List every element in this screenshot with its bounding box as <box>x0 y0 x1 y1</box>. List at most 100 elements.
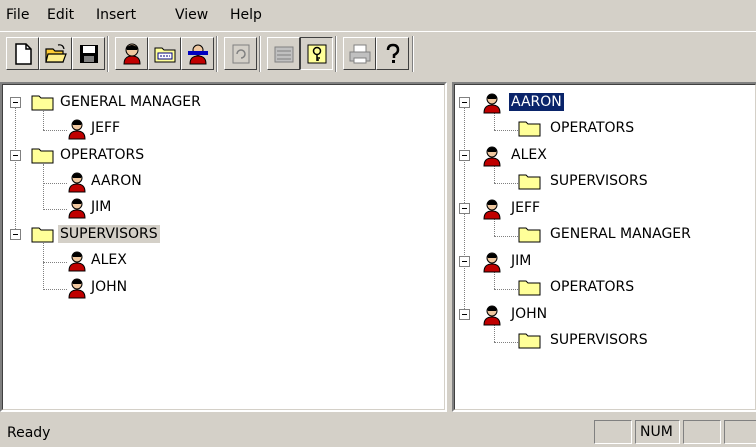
menu-help[interactable]: Help <box>230 7 262 23</box>
tree-node-user[interactable]: JEFF <box>459 196 619 222</box>
folder-icon <box>518 171 542 195</box>
add-user-button[interactable] <box>115 37 148 70</box>
user-icon <box>482 92 502 118</box>
status-cell-caps <box>594 420 632 444</box>
user-label[interactable]: JOHN <box>509 305 549 323</box>
resize-grip[interactable] <box>724 420 756 444</box>
tree-node-group[interactable]: GENERAL MANAGER <box>518 222 748 248</box>
user-icon <box>67 250 87 276</box>
user-icon <box>482 145 502 171</box>
group-label[interactable]: OPERATORS <box>548 119 636 137</box>
group-label[interactable]: GENERAL MANAGER <box>548 225 693 243</box>
tree-node-user[interactable]: ALEX <box>459 143 619 169</box>
status-cell-scroll <box>683 420 721 444</box>
menu-file[interactable]: File <box>6 7 29 23</box>
group-label[interactable]: OPERATORS <box>58 146 146 164</box>
user-label[interactable]: JIM <box>89 198 113 216</box>
keys-button[interactable] <box>300 37 333 70</box>
toolbar-separator <box>216 36 218 72</box>
toolbar-separator <box>259 36 261 72</box>
menu-insert[interactable]: Insert <box>96 7 136 23</box>
collapse-toggle[interactable] <box>459 256 470 267</box>
menu-view[interactable]: View <box>175 7 208 23</box>
folder-icon <box>518 118 542 142</box>
tree-node-user[interactable]: JIM <box>459 249 619 275</box>
user-icon <box>482 198 502 224</box>
tree-node-user[interactable]: JOHN <box>67 275 187 301</box>
folder-icon <box>518 224 542 248</box>
toolbar-separator <box>335 36 337 72</box>
group-label[interactable]: SUPERVISORS <box>58 225 160 243</box>
refresh-button[interactable] <box>224 37 257 70</box>
printer-icon <box>349 44 371 64</box>
group-label[interactable]: SUPERVISORS <box>548 331 650 349</box>
groups-tree-pane[interactable]: GENERAL MANAGER JEFF OPERATORS AARON JIM… <box>0 82 447 412</box>
collapse-toggle[interactable] <box>459 203 470 214</box>
user-label[interactable]: ALEX <box>509 146 549 164</box>
open-folder-button[interactable] <box>39 37 72 70</box>
tree-node-user[interactable]: AARON <box>459 90 619 116</box>
folder-icon <box>518 330 542 354</box>
delete-user-button[interactable] <box>181 37 214 70</box>
delete-user-icon <box>188 44 208 65</box>
menu-bar: File Edit Insert View Help <box>0 0 756 30</box>
tree-node-group[interactable]: SUPERVISORS <box>10 222 230 248</box>
tree-node-group[interactable]: OPERATORS <box>518 116 718 142</box>
collapse-toggle[interactable] <box>459 97 470 108</box>
status-bar: Ready NUM <box>0 412 756 447</box>
toolbar-separator <box>412 36 414 72</box>
toolbar <box>0 31 756 78</box>
tree-node-group[interactable]: SUPERVISORS <box>518 169 718 195</box>
group-label[interactable]: GENERAL MANAGER <box>58 93 203 111</box>
tree-node-group[interactable]: OPERATORS <box>10 143 210 169</box>
help-button[interactable] <box>376 37 409 70</box>
group-properties-icon <box>274 46 294 63</box>
tree-node-user[interactable]: JIM <box>67 195 187 221</box>
save-disk-icon <box>80 45 98 63</box>
tree-node-user[interactable]: JEFF <box>67 116 187 142</box>
user-label[interactable]: JEFF <box>509 199 542 217</box>
folder-icon <box>31 145 55 169</box>
tree-node-group[interactable]: SUPERVISORS <box>518 328 718 354</box>
key-icon <box>307 44 327 64</box>
open-folder-icon <box>45 44 67 63</box>
tree-node-group[interactable]: OPERATORS <box>518 275 718 301</box>
tree-node-user[interactable]: ALEX <box>67 248 187 274</box>
status-text: Ready <box>7 425 51 441</box>
group-label[interactable]: OPERATORS <box>548 278 636 296</box>
user-label[interactable]: JIM <box>509 252 533 270</box>
status-cell-num: NUM <box>635 420 680 444</box>
user-label[interactable]: AARON <box>508 92 565 112</box>
users-tree-pane[interactable]: AARON OPERATORS ALEX SUPERVISORS JEFF GE… <box>452 82 756 412</box>
folder-icon <box>518 277 542 301</box>
collapse-toggle[interactable] <box>459 309 470 320</box>
collapse-toggle[interactable] <box>10 97 21 108</box>
collapse-toggle[interactable] <box>10 150 21 161</box>
user-label[interactable]: JOHN <box>89 278 129 296</box>
user-icon <box>482 251 502 277</box>
help-question-icon <box>386 43 400 63</box>
save-button[interactable] <box>72 37 105 70</box>
group-properties-button[interactable] <box>267 37 300 70</box>
group-label[interactable]: SUPERVISORS <box>548 172 650 190</box>
group-folder-icon <box>154 47 176 63</box>
user-label[interactable]: ALEX <box>89 251 129 269</box>
tree-node-group[interactable]: GENERAL MANAGER <box>10 90 270 116</box>
folder-icon <box>31 92 55 116</box>
refresh-icon <box>232 44 250 64</box>
folder-icon <box>31 224 55 248</box>
user-icon <box>67 277 87 303</box>
user-label[interactable]: AARON <box>89 172 144 190</box>
user-icon <box>123 43 141 65</box>
collapse-toggle[interactable] <box>10 229 21 240</box>
tree-node-user[interactable]: AARON <box>67 169 187 195</box>
collapse-toggle[interactable] <box>459 150 470 161</box>
tree-node-user[interactable]: JOHN <box>459 302 619 328</box>
print-button[interactable] <box>343 37 376 70</box>
toolbar-separator <box>107 36 109 72</box>
add-group-button[interactable] <box>148 37 181 70</box>
new-document-button[interactable] <box>6 37 39 70</box>
user-icon <box>67 118 87 144</box>
user-label[interactable]: JEFF <box>89 119 122 137</box>
menu-edit[interactable]: Edit <box>47 7 74 23</box>
